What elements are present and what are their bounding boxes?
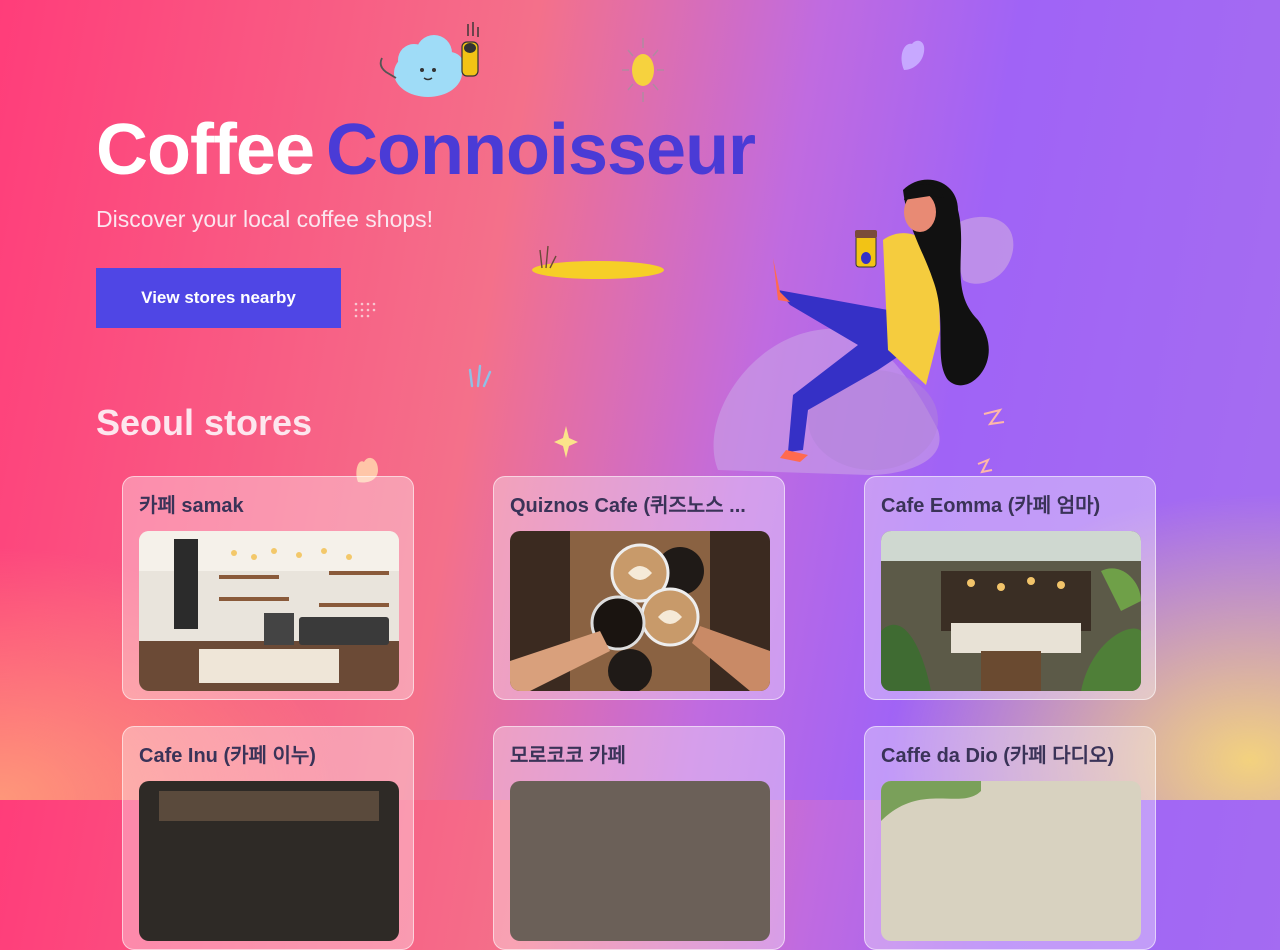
- section-title: Seoul stores: [96, 402, 313, 443]
- store-card[interactable]: Cafe Eomma (카페 엄마): [864, 476, 1156, 700]
- dots-pattern-decoration: [354, 302, 376, 318]
- store-photo-cafe-interior[interactable]: [139, 781, 399, 941]
- store-name: Cafe Inu (카페 이누): [139, 745, 316, 767]
- store-photo-latte-cheers[interactable]: [510, 531, 770, 691]
- store-photo-cafe-counter[interactable]: [139, 531, 399, 691]
- hero-title-coffee: Coffee: [96, 110, 315, 190]
- hero-title: Coffee Connoisseur: [96, 108, 756, 192]
- store-card[interactable]: Caffe da Dio (카페 다디오): [864, 726, 1156, 950]
- store-photo-garden-cafe[interactable]: [881, 781, 1141, 941]
- store-photo-coffee-table[interactable]: [510, 781, 770, 941]
- store-name: 모로코코 카페: [510, 745, 626, 767]
- sparkle-decoration: [554, 426, 578, 458]
- store-card[interactable]: Quiznos Cafe (퀴즈노스 ...: [493, 476, 785, 700]
- store-card[interactable]: Cafe Inu (카페 이누): [122, 726, 414, 950]
- store-name: 카페 samak: [139, 495, 244, 517]
- view-stores-nearby-button[interactable]: View stores nearby: [96, 268, 341, 328]
- store-card[interactable]: 모로코코 카페: [493, 726, 785, 950]
- store-name: Cafe Eomma (카페 엄마): [881, 495, 1101, 517]
- woman-drinking-coffee-illustration: [713, 179, 1014, 475]
- store-name: Quiznos Cafe (퀴즈노스 ...: [510, 495, 746, 517]
- store-name: Caffe da Dio (카페 다디오): [881, 745, 1115, 767]
- leaf-illustration: [901, 40, 925, 70]
- store-card[interactable]: 카페 samak: [122, 476, 414, 700]
- hero-subtitle: Discover your local coffee shops!: [96, 206, 434, 232]
- grass-sprout-decoration: [468, 364, 492, 388]
- ground-patch-illustration: [532, 245, 664, 279]
- cloud-mascot-illustration: [379, 22, 479, 97]
- hero-title-connoisseur: Connoisseur: [326, 110, 756, 190]
- sun-illustration: [622, 38, 664, 102]
- store-photo-greenhouse-cafe[interactable]: [881, 531, 1141, 691]
